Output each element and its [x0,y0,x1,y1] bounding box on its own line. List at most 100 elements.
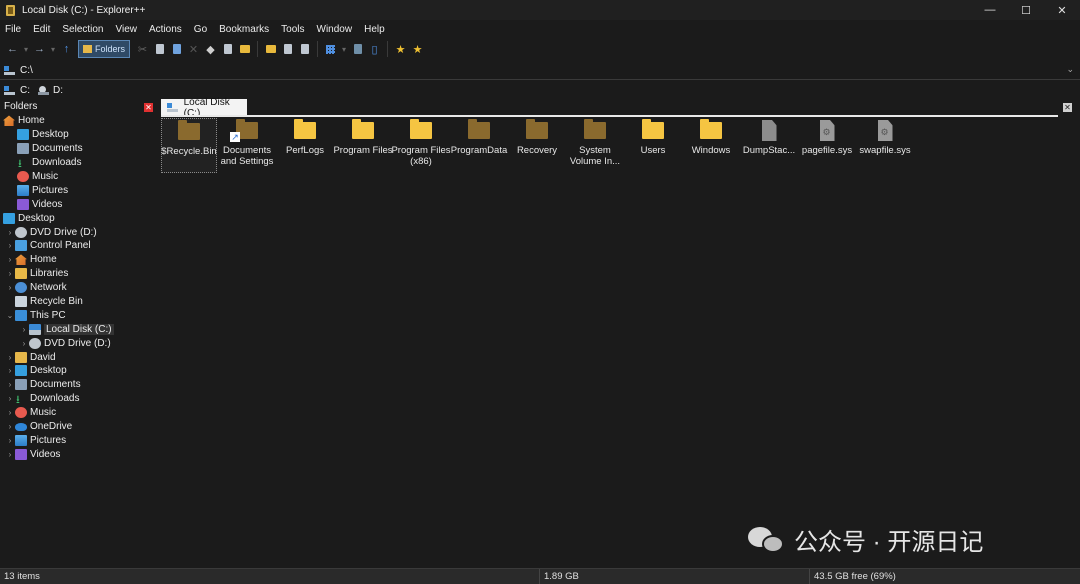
chevron-right-icon[interactable]: › [5,241,15,250]
chevron-right-icon[interactable]: › [5,394,15,403]
chevron-right-icon[interactable]: › [5,422,15,431]
file-item[interactable]: ProgramData [451,118,507,173]
copy-to-folder-icon[interactable] [262,40,279,58]
views-icon[interactable] [322,40,339,58]
file-item[interactable]: Users [625,118,681,173]
close-button[interactable]: ✕ [1044,0,1080,20]
properties-icon[interactable] [219,40,236,58]
minimize-button[interactable]: — [972,0,1008,20]
chevron-right-icon[interactable]: › [5,436,15,445]
tree-item-pictures-2[interactable]: › Pictures [0,433,140,447]
copy-icon[interactable] [151,40,168,58]
file-item[interactable]: PerfLogs [277,118,333,173]
forward-dropdown-icon[interactable]: ▾ [48,40,58,58]
file-item[interactable]: ↗ Documents and Settings [219,118,275,173]
tree-item-onedrive[interactable]: › OneDrive [0,420,140,434]
chevron-right-icon[interactable]: › [5,450,15,459]
menu-go[interactable]: Go [188,24,213,35]
menu-bookmarks[interactable]: Bookmarks [213,24,275,35]
address-path[interactable]: C:\ [20,65,33,76]
tree-item-home[interactable]: Home [0,114,140,128]
file-item[interactable]: DumpStac... [741,118,797,173]
tree-item-pictures[interactable]: Pictures [0,183,140,197]
tree-item-desktop-2[interactable]: › Desktop [0,364,140,378]
refresh-icon[interactable]: ▯ [366,40,383,58]
chevron-right-icon[interactable]: › [5,228,15,237]
documents-icon [17,143,29,155]
tab-local-disk[interactable]: Local Disk (C:) [161,97,247,119]
tree-item-desktop[interactable]: Desktop [0,128,140,142]
delete-icon[interactable]: ✕ [185,40,202,58]
menu-actions[interactable]: Actions [143,24,188,35]
file-item[interactable]: $Recycle.Bin [161,118,217,173]
menu-tools[interactable]: Tools [275,24,310,35]
tree-item-control-panel[interactable]: › Control Panel [0,239,140,253]
menu-edit[interactable]: Edit [27,24,56,35]
chevron-down-icon[interactable]: ⌄ [1066,64,1074,75]
forward-icon[interactable]: → [31,40,48,58]
chevron-right-icon[interactable]: › [5,380,15,389]
paste-icon[interactable] [168,40,185,58]
menu-bar: File Edit Selection View Actions Go Book… [0,20,1080,38]
folders-toggle-button[interactable]: Folders [78,40,131,58]
tree-item-videos-2[interactable]: › Videos [0,447,140,461]
organize-bookmarks-icon[interactable]: ★ [409,40,426,58]
tree-item-music-2[interactable]: › Music [0,406,140,420]
up-icon[interactable]: ↑ [58,40,75,58]
add-bookmark-icon[interactable]: ★ [392,40,409,58]
tree-item-dvd-drive-2[interactable]: › DVD Drive (D:) [0,336,140,350]
tree-item-documents[interactable]: Documents [0,142,140,156]
menu-view[interactable]: View [110,24,144,35]
tree-item-downloads[interactable]: Downloads [0,155,140,174]
folder-open-icon[interactable] [236,40,253,58]
back-icon[interactable]: ← [4,40,21,58]
new-folder-icon[interactable] [296,40,313,58]
chevron-right-icon[interactable]: › [5,408,15,417]
drive-d-button[interactable]: D: [38,85,63,96]
chevron-right-icon[interactable]: › [5,283,15,292]
tree-item-local-disk[interactable]: › Local Disk (C:) [0,322,140,336]
chevron-right-icon[interactable]: › [5,366,15,375]
menu-window[interactable]: Window [311,24,359,35]
chevron-right-icon[interactable]: › [5,353,15,362]
maximize-button[interactable]: ☐ [1008,0,1044,20]
chevron-right-icon[interactable]: › [19,325,29,334]
back-dropdown-icon[interactable]: ▾ [21,40,31,58]
tree-item-desktop-root[interactable]: Desktop [0,211,140,225]
move-to-folder-icon[interactable] [279,40,296,58]
file-item[interactable]: Program Files [333,118,393,173]
tree-item-this-pc[interactable]: ⌄ This PC [0,308,140,322]
file-item[interactable]: pagefile.sys [799,118,855,173]
tree-item-downloads-2[interactable]: › Downloads [0,391,140,410]
address-bar[interactable]: C:\ ⌄ [0,62,1080,80]
tree-item-dvd-drive[interactable]: › DVD Drive (D:) [0,225,140,239]
close-tab-button[interactable]: ✕ [1063,103,1072,112]
chevron-right-icon[interactable]: › [5,255,15,264]
folders-pane: Folders Home Desktop Documents Downloads… [0,98,140,568]
file-item[interactable]: Program Files (x86) [391,118,451,173]
toolbar: ← ▾ → ▾ ↑ Folders ✂ ✕ ◆ ▾ ▯ ★ ★ [0,38,1080,60]
eraser-icon[interactable]: ◆ [202,40,219,58]
tree-item-libraries[interactable]: › Libraries [0,267,140,281]
cut-icon[interactable]: ✂ [134,40,151,58]
file-item[interactable]: swapfile.sys [857,118,913,173]
tree-item-documents-2[interactable]: › Documents [0,378,140,392]
drive-c-button[interactable]: C: [4,85,30,96]
file-item[interactable]: System Volume In... [567,118,623,173]
chevron-down-icon[interactable]: ⌄ [5,311,15,320]
tree-item-recycle-bin[interactable]: Recycle Bin [0,295,140,309]
menu-selection[interactable]: Selection [56,24,109,35]
tree-item-videos[interactable]: Videos [0,197,140,211]
file-item[interactable]: Recovery [509,118,565,173]
file-item[interactable]: Windows [683,118,739,173]
menu-help[interactable]: Help [358,24,391,35]
tree-item-network[interactable]: › Network [0,281,140,295]
close-folders-pane-button[interactable]: ✕ [144,103,153,112]
chevron-right-icon[interactable]: › [19,339,29,348]
views-dropdown-icon[interactable]: ▾ [339,40,349,58]
menu-file[interactable]: File [0,24,27,35]
tree-item-home-2[interactable]: › Home [0,253,140,267]
command-prompt-icon[interactable] [349,40,366,58]
tree-item-david[interactable]: › David [0,350,140,364]
chevron-right-icon[interactable]: › [5,269,15,278]
